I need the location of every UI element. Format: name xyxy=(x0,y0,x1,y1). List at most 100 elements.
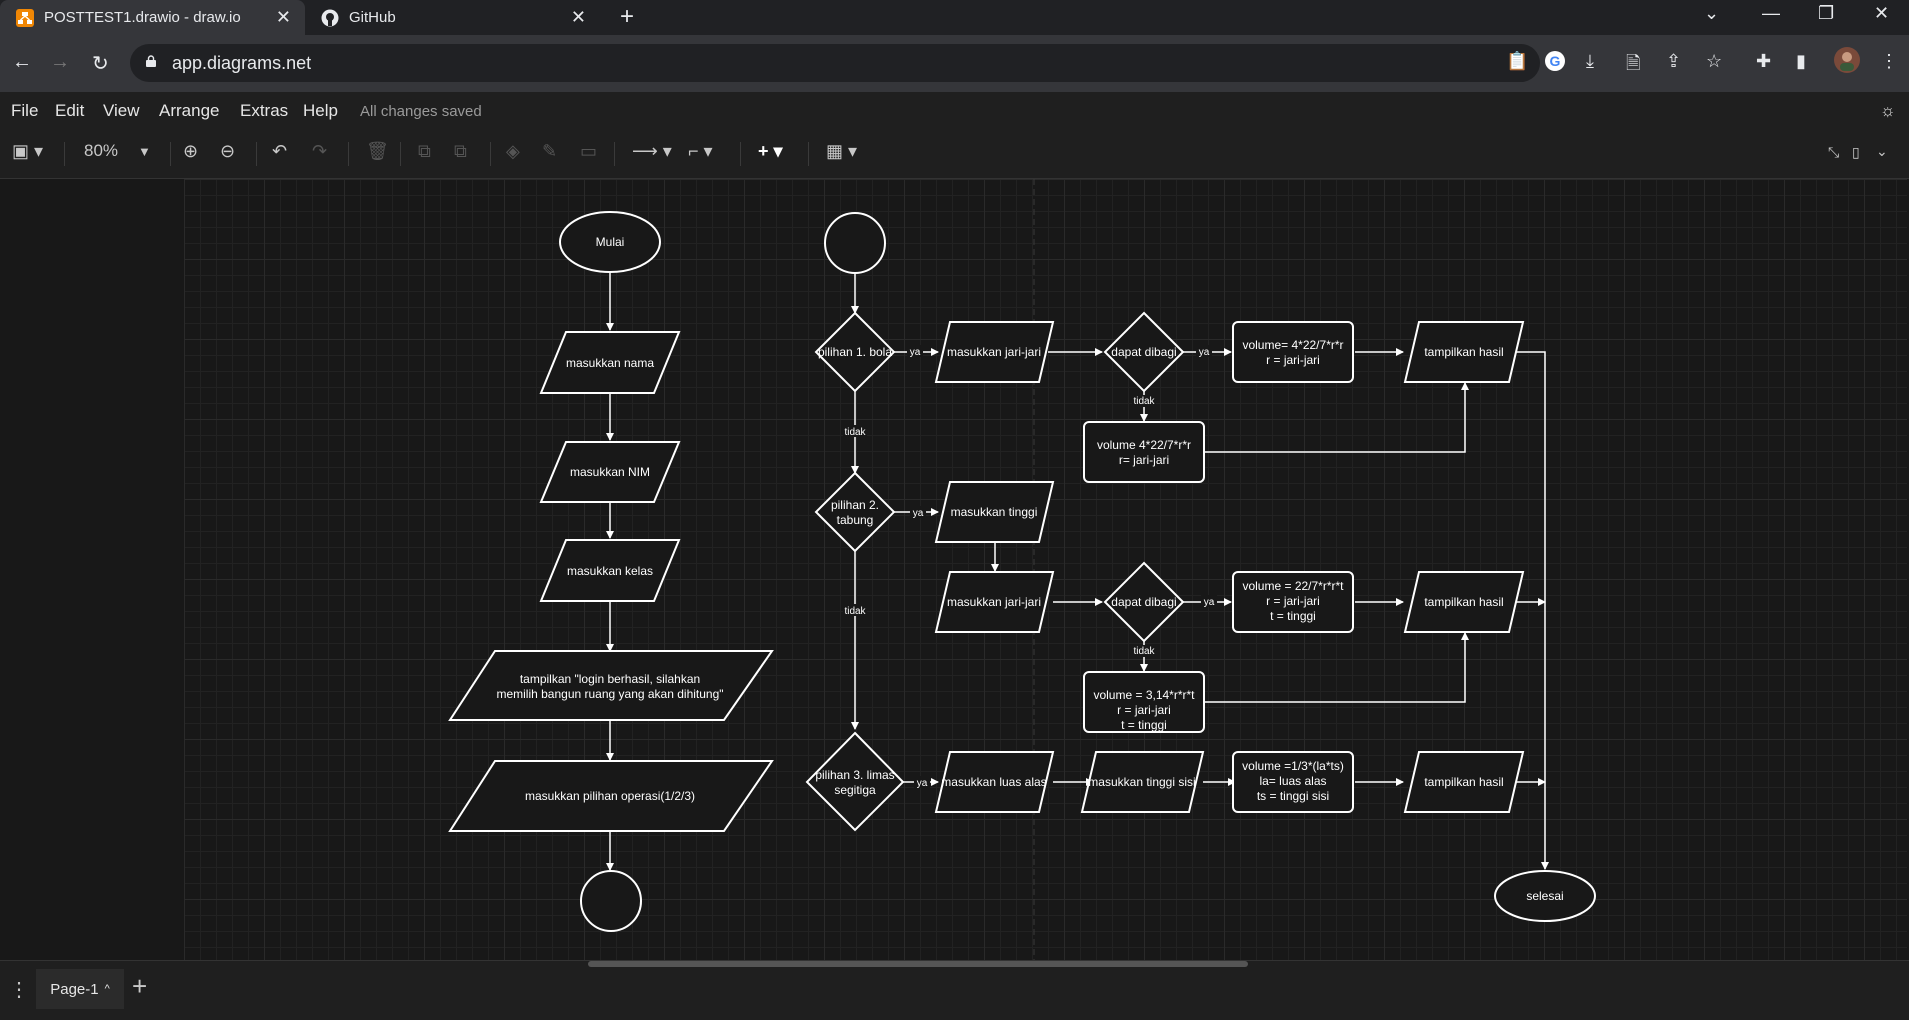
browser-tab-title: GitHub xyxy=(349,9,396,26)
tab-search-icon[interactable]: ⌄ xyxy=(1704,3,1719,24)
divider xyxy=(64,142,65,166)
process-volume-bola-alt[interactable] xyxy=(1083,421,1205,483)
to-back-icon[interactable]: ⧉ xyxy=(454,141,467,162)
shadow-icon[interactable]: ▭ xyxy=(580,141,597,162)
connector-circle-bottom[interactable] xyxy=(580,870,642,932)
menu-extras[interactable]: Extras xyxy=(240,101,288,121)
close-tab-icon[interactable]: ✕ xyxy=(276,7,291,28)
extensions-icon[interactable]: ✚ xyxy=(1756,51,1771,72)
collapse-icon[interactable]: ⌄ xyxy=(1876,143,1888,160)
edge-label-ya: ya xyxy=(1199,347,1210,358)
drawio-icon xyxy=(16,8,34,27)
connector[interactable] xyxy=(1204,632,1469,703)
format-toggle-icon[interactable]: ▯ xyxy=(1852,144,1860,161)
zoom-in-icon[interactable]: ⊕ xyxy=(183,141,198,162)
connector[interactable] xyxy=(1514,351,1549,870)
tabung-alt-line-3: t = tinggi xyxy=(1121,718,1167,732)
limas-process-line-1: volume =1/3*(la*ts) xyxy=(1242,759,1344,773)
connector[interactable] xyxy=(1204,382,1469,453)
divider xyxy=(490,142,491,166)
menu-file[interactable]: File xyxy=(11,101,38,121)
menu-view[interactable]: View xyxy=(103,101,140,121)
zoom-out-icon[interactable]: ⊖ xyxy=(220,141,235,162)
bola-process-line-1: volume= 4*22/7*r*r xyxy=(1242,338,1343,352)
add-page-icon[interactable]: + xyxy=(132,971,147,1002)
close-window-icon[interactable]: ✕ xyxy=(1874,3,1889,24)
new-tab-icon[interactable]: + xyxy=(620,3,634,31)
delete-icon[interactable]: 🗑 xyxy=(366,141,389,162)
chevron-down-icon[interactable]: ▼ xyxy=(138,144,151,159)
browser-nav-bar: ← → ↻ app.diagrams.net 📋 G ⤓ 🗎 ⇪ ☆ ✚ ▮ ⋮ xyxy=(0,35,1909,92)
page-icon[interactable]: 🗎 xyxy=(1626,51,1640,81)
format-panel-icon[interactable]: ▣ ▾ xyxy=(12,141,43,162)
chevron-up-icon: ^ xyxy=(104,983,110,995)
tab-page-1[interactable]: Page-1 ^ xyxy=(36,969,124,1009)
restore-icon[interactable]: ❐ xyxy=(1818,3,1834,24)
browser-tab-github[interactable]: GitHub ✕ xyxy=(305,0,600,35)
tabung-alt-line-2: r = jari-jari xyxy=(1117,703,1171,717)
fullscreen-icon[interactable]: ⤡ xyxy=(1828,144,1839,161)
limas-alas-label: masukkan luas alas xyxy=(941,775,1046,789)
google-icon[interactable]: G xyxy=(1545,51,1565,76)
save-status: All changes saved xyxy=(360,103,482,120)
tabung-process-line-3: t = tinggi xyxy=(1270,609,1316,623)
menu-edit[interactable]: Edit xyxy=(55,101,84,121)
divider xyxy=(808,142,809,166)
bola-decision-label: pilihan 1. bola xyxy=(818,345,892,359)
theme-icon[interactable]: ☼ xyxy=(1880,101,1896,121)
back-icon[interactable]: ← xyxy=(12,51,32,74)
edge-label-ya: ya xyxy=(1204,597,1215,608)
diagram-canvas[interactable]: Mulai masukkan nama masukkan NIM masukka… xyxy=(184,179,1907,960)
tabung-jari-label: masukkan jari-jari xyxy=(947,595,1041,609)
horizontal-scrollbar[interactable] xyxy=(588,961,1248,967)
table-icon[interactable]: ▦ ▾ xyxy=(826,141,857,162)
pages-menu-icon[interactable]: ⋮ xyxy=(9,977,29,1002)
end-label: selesai xyxy=(1526,889,1563,903)
decision-tabung[interactable] xyxy=(814,471,896,553)
address-bar[interactable]: app.diagrams.net xyxy=(130,44,1540,82)
github-icon xyxy=(321,9,339,27)
side-panel-icon[interactable]: ▮ xyxy=(1796,51,1806,72)
edge-label-tidak: tidak xyxy=(844,427,866,438)
bola-process-line-2: r = jari-jari xyxy=(1266,353,1320,367)
redo-icon[interactable]: ↷ xyxy=(312,141,327,162)
waypoints-icon[interactable]: ⌐ ▾ xyxy=(688,141,713,162)
process-volume-bola[interactable] xyxy=(1232,321,1354,383)
zoom-select[interactable]: 80% xyxy=(84,141,118,161)
page-tab-label: Page-1 xyxy=(50,980,99,998)
avatar[interactable] xyxy=(1834,47,1860,78)
minimize-icon[interactable]: — xyxy=(1762,3,1780,24)
forward-icon[interactable]: → xyxy=(50,51,70,74)
nama-label: masukkan nama xyxy=(566,356,654,370)
url-text: app.diagrams.net xyxy=(172,53,312,73)
share-icon[interactable]: ⇪ xyxy=(1666,51,1681,72)
menu-help[interactable]: Help xyxy=(303,101,338,121)
connection-icon[interactable]: ⟶ ▾ xyxy=(632,141,672,162)
line-color-icon[interactable]: ✎ xyxy=(542,141,557,162)
clipboard-icon[interactable]: 📋 xyxy=(1506,51,1528,72)
to-front-icon[interactable]: ⧉ xyxy=(418,141,431,162)
login-label-2: memilih bangun ruang yang akan dihitung" xyxy=(496,687,723,701)
connector-circle-top[interactable] xyxy=(824,212,886,274)
tabung-output-label: tampilkan hasil xyxy=(1424,595,1503,609)
edge-label-tidak: tidak xyxy=(1133,396,1155,407)
tabung-decision-line-1: pilihan 2. xyxy=(831,498,879,512)
limas-decision-line-1: pilihan 3. limas xyxy=(815,768,894,782)
reload-icon[interactable]: ↻ xyxy=(92,51,109,76)
limas-process-line-2: la= luas alas xyxy=(1259,774,1326,788)
menu-arrange[interactable]: Arrange xyxy=(159,101,219,121)
bola-alt-line-2: r= jari-jari xyxy=(1119,453,1169,467)
edge-label-tidak: tidak xyxy=(1133,646,1155,657)
start-label: Mulai xyxy=(596,235,625,249)
insert-icon[interactable]: + ▾ xyxy=(758,141,783,162)
canvas-area: Mulai masukkan nama masukkan NIM masukka… xyxy=(0,179,1909,960)
undo-icon[interactable]: ↶ xyxy=(272,141,287,162)
fill-color-icon[interactable]: ◈ xyxy=(506,141,520,162)
limas-sisi-label: masukkan tinggi sisi xyxy=(1088,775,1195,789)
close-tab-icon[interactable]: ✕ xyxy=(571,7,586,28)
bookmark-star-icon[interactable]: ☆ xyxy=(1706,51,1722,72)
install-app-icon[interactable]: ⤓ xyxy=(1586,51,1594,72)
browser-tab-drawio[interactable]: POSTTEST1.drawio - draw.io ✕ xyxy=(0,0,305,35)
bola-output-label: tampilkan hasil xyxy=(1424,345,1503,359)
more-menu-icon[interactable]: ⋮ xyxy=(1880,51,1898,72)
